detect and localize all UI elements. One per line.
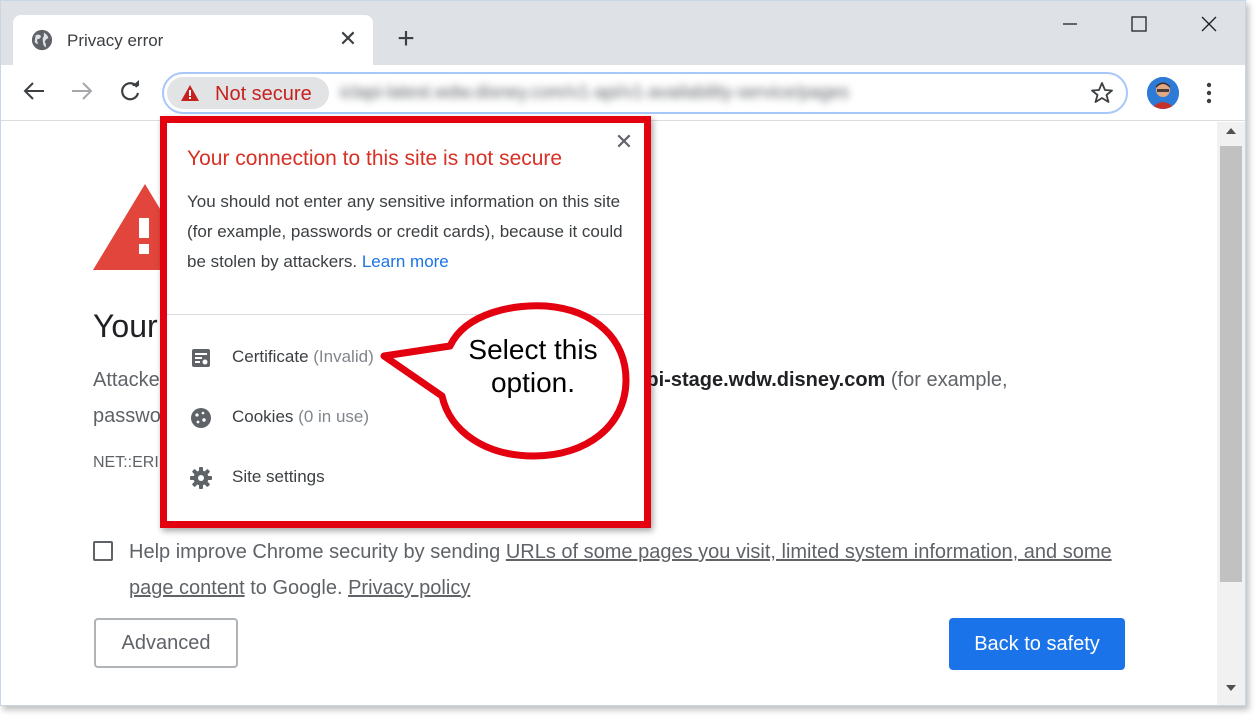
warning-icon [181, 85, 199, 101]
help-mid: to Google. [244, 577, 349, 599]
site-settings-label: Site settings [232, 467, 325, 486]
forward-arrow-icon[interactable] [68, 77, 96, 105]
more-menu-icon[interactable] [1199, 79, 1219, 107]
popup-title: Your connection to this site is not secu… [187, 147, 563, 170]
page-heading: Your [93, 308, 158, 344]
bookmark-star-icon[interactable] [1090, 81, 1114, 105]
body-prefix: Attacke [93, 369, 160, 391]
close-icon [1201, 16, 1217, 32]
callout-text: Select this option. [468, 334, 598, 398]
minimize-button[interactable] [1049, 9, 1089, 39]
globe-icon [31, 29, 53, 51]
back-arrow-icon[interactable] [20, 77, 48, 105]
body-suffix: (for example, [885, 369, 1008, 391]
cookie-icon [191, 408, 211, 428]
help-improve-text: Help improve Chrome security by sending … [129, 534, 1119, 606]
popup-close-icon[interactable]: ✕ [613, 131, 635, 153]
popup-body: You should not enter any sensitive infor… [187, 187, 627, 277]
minimize-icon [1063, 23, 1077, 25]
address-bar[interactable]: Not secure iclapi-latest.wdw.disney.com/… [162, 72, 1128, 114]
tab-privacy-error[interactable]: Privacy error ✕ [13, 15, 373, 65]
not-secure-label: Not secure [215, 83, 312, 105]
learn-more-link[interactable]: Learn more [362, 252, 449, 271]
scroll-down-arrow-icon[interactable] [1226, 685, 1236, 691]
gear-icon [190, 467, 212, 489]
tab-strip: Privacy error ✕ + [1, 1, 1245, 65]
help-prefix: Help improve Chrome security by sending [129, 541, 506, 563]
scrollbar-thumb[interactable] [1220, 146, 1242, 582]
url-text[interactable]: iclapi-latest.wdw.disney.com/v1-api/v1-a… [340, 82, 849, 103]
body-domain: lapi-stage.wdw.disney.com [629, 369, 886, 391]
scroll-up-arrow-icon[interactable] [1226, 128, 1236, 134]
reload-icon[interactable] [116, 77, 144, 105]
certificate-label: Certificate [232, 347, 309, 366]
cookies-count: (0 in use) [298, 407, 370, 426]
privacy-policy-link[interactable]: Privacy policy [348, 577, 470, 599]
maximize-icon [1131, 16, 1147, 32]
vertical-scrollbar[interactable] [1217, 122, 1245, 705]
error-code: NET::ERI [93, 454, 159, 471]
profile-avatar[interactable] [1147, 77, 1179, 109]
browser-toolbar: Not secure iclapi-latest.wdw.disney.com/… [1, 65, 1245, 121]
certificate-status: (Invalid) [313, 347, 374, 366]
tab-title: Privacy error [67, 31, 164, 50]
maximize-button[interactable] [1119, 9, 1159, 39]
advanced-button[interactable]: Advanced [94, 618, 238, 668]
security-chip[interactable]: Not secure [167, 77, 329, 109]
tab-close-icon[interactable]: ✕ [335, 26, 361, 52]
new-tab-button[interactable]: + [393, 24, 419, 54]
cookies-label: Cookies [232, 407, 294, 426]
body-line2: passwo [93, 405, 161, 427]
help-improve-checkbox[interactable] [93, 541, 113, 561]
certificate-icon [192, 349, 210, 367]
back-to-safety-button[interactable]: Back to safety [949, 618, 1125, 670]
window-close-button[interactable] [1189, 9, 1229, 39]
